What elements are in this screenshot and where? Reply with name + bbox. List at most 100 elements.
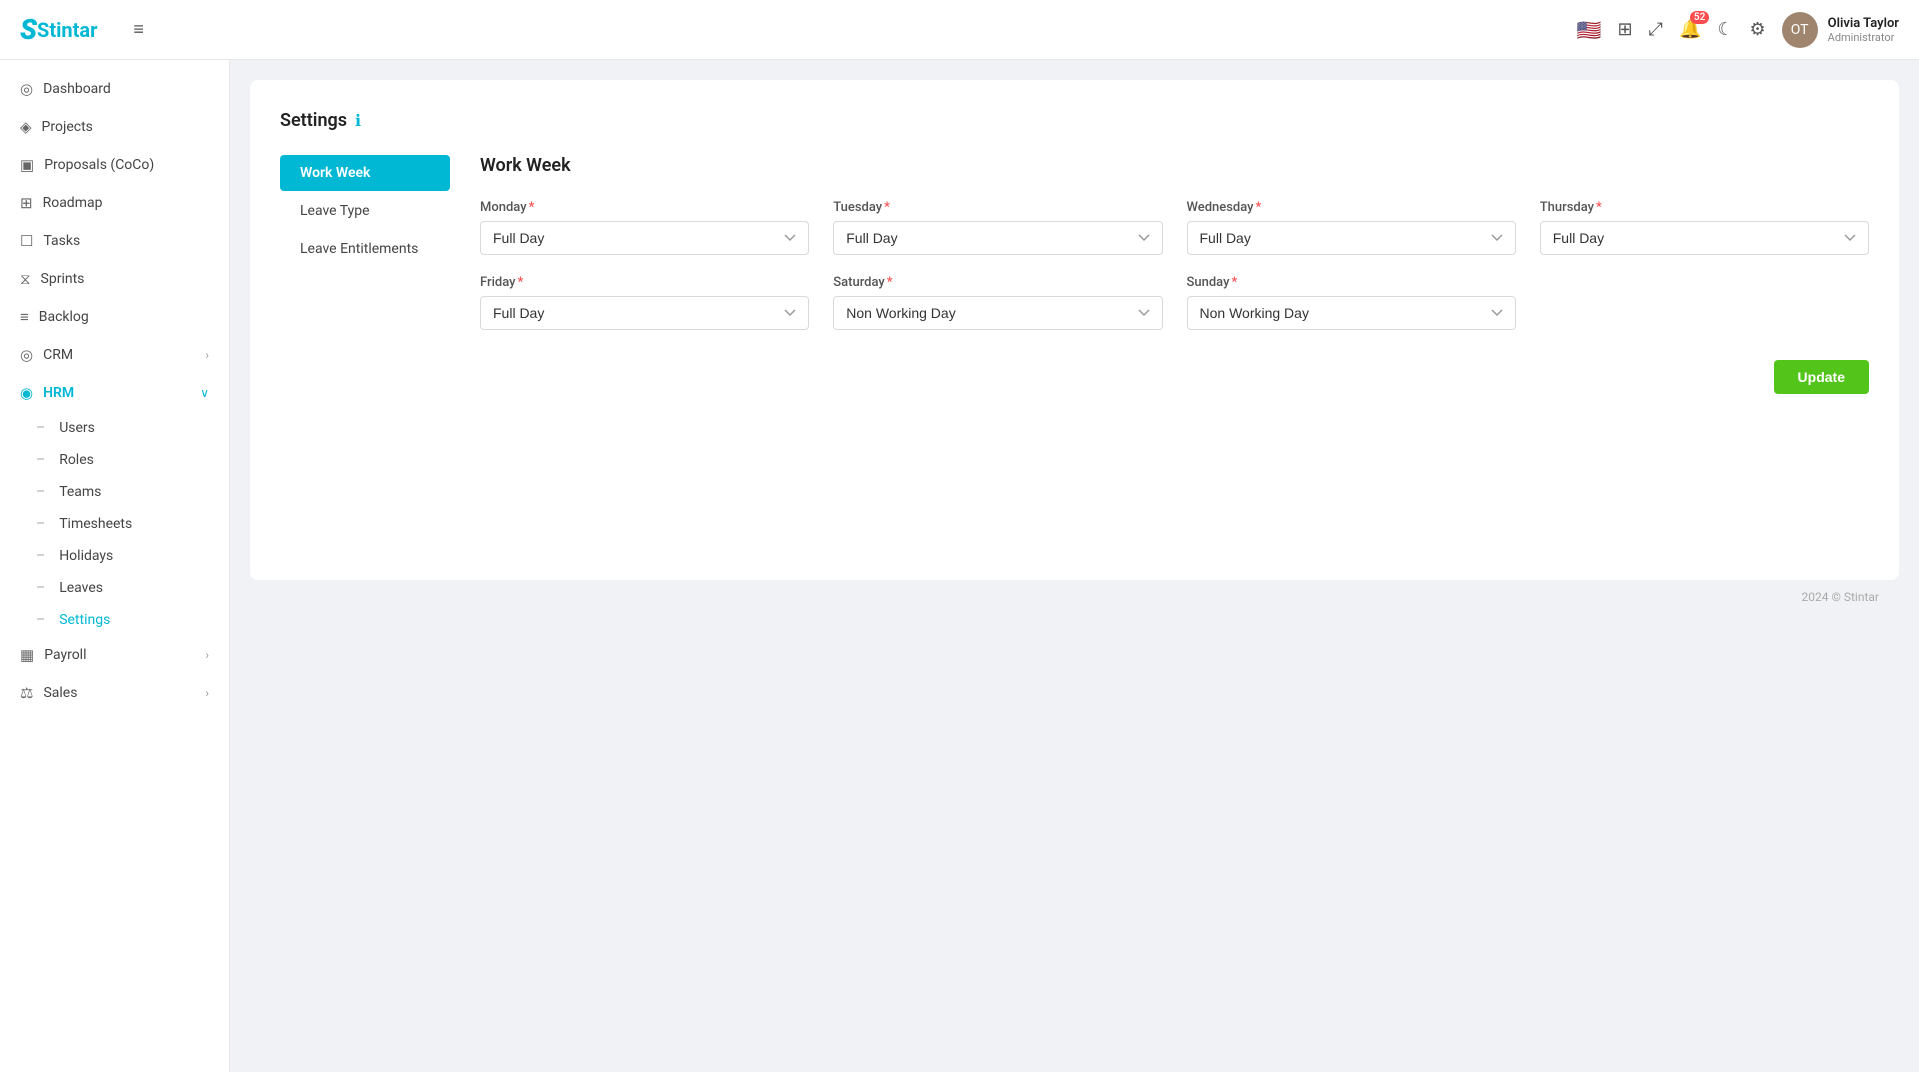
theme-icon[interactable]: ☾ bbox=[1717, 19, 1733, 40]
sunday-select[interactable]: Full Day Half Day Non Working Day bbox=[1187, 296, 1516, 330]
header-right: 🇺🇸 ⊞ ⤢ 🔔 52 ☾ ⚙ OT Olivia Taylor Adminis… bbox=[1577, 12, 1899, 48]
header-left: S Stintar ≡ bbox=[20, 13, 144, 46]
sidebar: ◎ Dashboard ◈ Projects ▣ Proposals (CoCo… bbox=[0, 60, 230, 1072]
page-title: Settings bbox=[280, 110, 347, 131]
section-title: Work Week bbox=[480, 155, 1869, 176]
sidebar-item-roadmap[interactable]: ⊞ Roadmap bbox=[0, 184, 229, 222]
backlog-icon: ≡ bbox=[20, 308, 29, 326]
sidebar-item-dashboard[interactable]: ◎ Dashboard bbox=[0, 70, 229, 108]
logo-s: S bbox=[20, 13, 37, 46]
sidebar-item-label: HRM bbox=[43, 385, 74, 401]
day-group-friday: Friday* Full Day Half Day Non Working Da… bbox=[480, 275, 809, 330]
tab-leave-entitlements[interactable]: Leave Entitlements bbox=[280, 231, 450, 267]
info-icon[interactable]: ℹ bbox=[355, 111, 361, 130]
sidebar-item-label: Sales bbox=[43, 685, 77, 701]
day-group-monday: Monday* Full Day Half Day Non Working Da… bbox=[480, 200, 809, 255]
page-header: Settings ℹ bbox=[280, 110, 1869, 131]
thursday-label: Thursday* bbox=[1540, 200, 1869, 215]
hamburger-button[interactable]: ≡ bbox=[133, 19, 144, 40]
wednesday-label: Wednesday* bbox=[1187, 200, 1516, 215]
sunday-label: Sunday* bbox=[1187, 275, 1516, 290]
sidebar-item-label: CRM bbox=[43, 347, 73, 363]
sidebar-sub-item-leaves[interactable]: – Leaves bbox=[0, 572, 229, 604]
fullscreen-icon[interactable]: ⤢ bbox=[1649, 19, 1663, 40]
day-group-thursday: Thursday* Full Day Half Day Non Working … bbox=[1540, 200, 1869, 255]
payroll-icon: ▦ bbox=[20, 646, 34, 664]
hrm-submenu: – Users – Roles – Teams – Timesheets – H… bbox=[0, 412, 229, 636]
user-info: Olivia Taylor Administrator bbox=[1828, 16, 1899, 44]
tab-work-week[interactable]: Work Week bbox=[280, 155, 450, 191]
sidebar-sub-item-roles[interactable]: – Roles bbox=[0, 444, 229, 476]
app-body: ◎ Dashboard ◈ Projects ▣ Proposals (CoCo… bbox=[0, 60, 1919, 1072]
day-grid: Monday* Full Day Half Day Non Working Da… bbox=[480, 200, 1869, 330]
sidebar-item-label: Proposals (CoCo) bbox=[44, 157, 154, 173]
sidebar-item-label: Tasks bbox=[43, 233, 80, 249]
user-area[interactable]: OT Olivia Taylor Administrator bbox=[1782, 12, 1899, 48]
sidebar-item-label: Backlog bbox=[39, 309, 89, 325]
footer: 2024 © Stintar bbox=[250, 580, 1899, 614]
user-role: Administrator bbox=[1828, 31, 1899, 44]
monday-select[interactable]: Full Day Half Day Non Working Day bbox=[480, 221, 809, 255]
header: S Stintar ≡ 🇺🇸 ⊞ ⤢ 🔔 52 ☾ ⚙ OT Olivia Ta… bbox=[0, 0, 1919, 60]
chevron-right-icon: › bbox=[205, 348, 209, 362]
settings-layout: Work Week Leave Type Leave Entitlements … bbox=[280, 155, 1869, 394]
sidebar-sub-item-timesheets[interactable]: – Timesheets bbox=[0, 508, 229, 540]
flag-icon[interactable]: 🇺🇸 bbox=[1577, 18, 1602, 42]
notification-badge: 52 bbox=[1690, 11, 1709, 24]
sidebar-item-label: Sprints bbox=[41, 271, 85, 287]
logo: S Stintar bbox=[20, 13, 97, 46]
sidebar-sub-item-holidays[interactable]: – Holidays bbox=[0, 540, 229, 572]
sidebar-item-payroll[interactable]: ▦ Payroll › bbox=[0, 636, 229, 674]
sidebar-item-sprints[interactable]: ⧖ Sprints bbox=[0, 260, 229, 298]
sidebar-item-proposals[interactable]: ▣ Proposals (CoCo) bbox=[0, 146, 229, 184]
hrm-icon: ◉ bbox=[20, 384, 33, 402]
sidebar-item-label: Payroll bbox=[44, 647, 86, 663]
sidebar-item-backlog[interactable]: ≡ Backlog bbox=[0, 298, 229, 336]
sidebar-item-sales[interactable]: ⚖ Sales › bbox=[0, 674, 229, 712]
sidebar-item-crm[interactable]: ◎ CRM › bbox=[0, 336, 229, 374]
sub-label: Teams bbox=[59, 484, 101, 500]
tuesday-select[interactable]: Full Day Half Day Non Working Day bbox=[833, 221, 1162, 255]
sidebar-item-label: Roadmap bbox=[43, 195, 103, 211]
page-card: Settings ℹ Work Week Leave Type Leave En… bbox=[250, 80, 1899, 580]
sidebar-sub-item-settings[interactable]: – Settings bbox=[0, 604, 229, 636]
update-button[interactable]: Update bbox=[1774, 360, 1869, 394]
footer-text: 2024 © Stintar bbox=[1802, 590, 1879, 604]
sub-label: Timesheets bbox=[59, 516, 132, 532]
main-content: Settings ℹ Work Week Leave Type Leave En… bbox=[230, 60, 1919, 1072]
wednesday-select[interactable]: Full Day Half Day Non Working Day bbox=[1187, 221, 1516, 255]
saturday-select[interactable]: Full Day Half Day Non Working Day bbox=[833, 296, 1162, 330]
sidebar-sub-item-teams[interactable]: – Teams bbox=[0, 476, 229, 508]
chevron-right-icon: › bbox=[205, 648, 209, 662]
settings-icon[interactable]: ⚙ bbox=[1750, 19, 1766, 40]
sidebar-item-hrm[interactable]: ◉ HRM ∨ bbox=[0, 374, 229, 412]
day-group-saturday: Saturday* Full Day Half Day Non Working … bbox=[833, 275, 1162, 330]
avatar: OT bbox=[1782, 12, 1818, 48]
sidebar-item-tasks[interactable]: ☐ Tasks bbox=[0, 222, 229, 260]
monday-label: Monday* bbox=[480, 200, 809, 215]
chevron-down-icon: ∨ bbox=[200, 386, 209, 400]
tasks-icon: ☐ bbox=[20, 232, 33, 250]
sub-label: Leaves bbox=[59, 580, 103, 596]
friday-select[interactable]: Full Day Half Day Non Working Day bbox=[480, 296, 809, 330]
sub-label: Settings bbox=[59, 612, 110, 628]
day-group-sunday: Sunday* Full Day Half Day Non Working Da… bbox=[1187, 275, 1516, 330]
tab-leave-type[interactable]: Leave Type bbox=[280, 193, 450, 229]
thursday-select[interactable]: Full Day Half Day Non Working Day bbox=[1540, 221, 1869, 255]
sidebar-item-projects[interactable]: ◈ Projects bbox=[0, 108, 229, 146]
notification-icon[interactable]: 🔔 52 bbox=[1679, 19, 1701, 40]
projects-icon: ◈ bbox=[20, 118, 32, 136]
sidebar-sub-item-users[interactable]: – Users bbox=[0, 412, 229, 444]
user-name: Olivia Taylor bbox=[1828, 16, 1899, 31]
apps-icon[interactable]: ⊞ bbox=[1617, 19, 1632, 40]
roadmap-icon: ⊞ bbox=[20, 194, 33, 212]
logo-text: Stintar bbox=[37, 18, 97, 42]
day-group-wednesday: Wednesday* Full Day Half Day Non Working… bbox=[1187, 200, 1516, 255]
sub-label: Holidays bbox=[59, 548, 113, 564]
tuesday-label: Tuesday* bbox=[833, 200, 1162, 215]
day-group-tuesday: Tuesday* Full Day Half Day Non Working D… bbox=[833, 200, 1162, 255]
settings-content: Work Week Monday* Full Day Half Day Non … bbox=[450, 155, 1869, 394]
dashboard-icon: ◎ bbox=[20, 80, 33, 98]
sub-label: Users bbox=[59, 420, 95, 436]
sales-icon: ⚖ bbox=[20, 684, 33, 702]
